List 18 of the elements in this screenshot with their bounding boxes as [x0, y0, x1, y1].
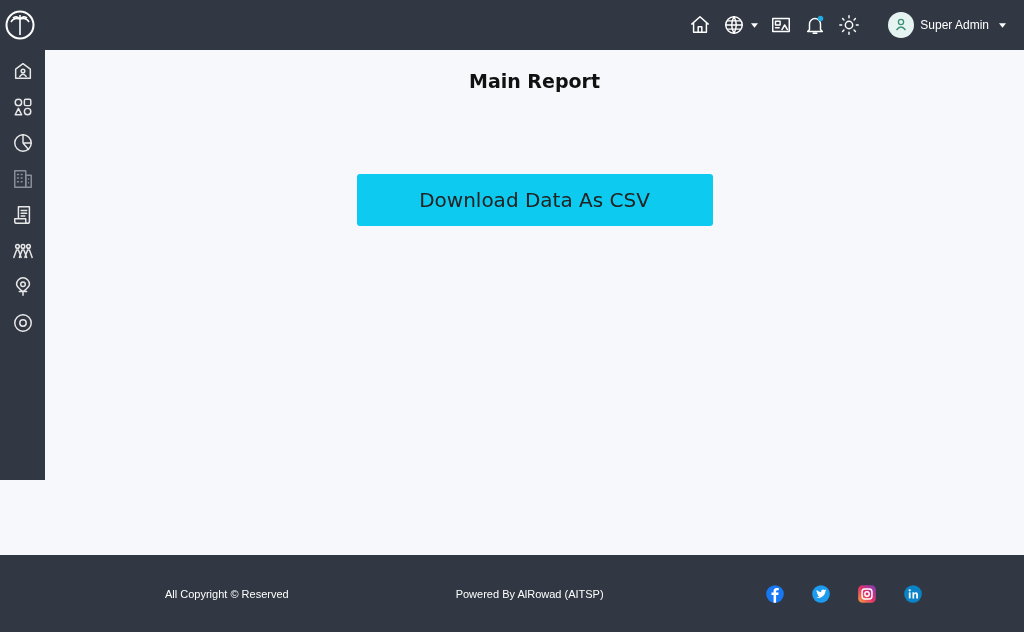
user-name[interactable]: Super Admin — [920, 18, 989, 32]
target-icon[interactable] — [11, 312, 34, 334]
user-avatar-icon[interactable] — [888, 12, 915, 38]
caret-icon[interactable] — [751, 22, 759, 28]
caret-icon[interactable] — [999, 22, 1006, 28]
pie-chart-icon[interactable] — [11, 132, 34, 154]
globe-icon[interactable] — [723, 14, 746, 36]
page-title: Main Report — [469, 70, 600, 92]
shapes-icon[interactable] — [11, 96, 34, 118]
home-icon[interactable] — [689, 14, 712, 36]
powered-by-text: Powered By AlRowad (AITSP) — [455, 587, 604, 600]
facebook-icon[interactable] — [764, 582, 786, 605]
download-csv-button[interactable]: Download Data As CSV — [356, 174, 713, 226]
sun-icon[interactable] — [838, 14, 861, 36]
linkedin-icon[interactable] — [902, 582, 924, 605]
bird-icon[interactable] — [810, 582, 832, 605]
copyright-text: All Copyright © Reserved — [165, 587, 289, 600]
instagram-icon[interactable] — [856, 582, 878, 605]
